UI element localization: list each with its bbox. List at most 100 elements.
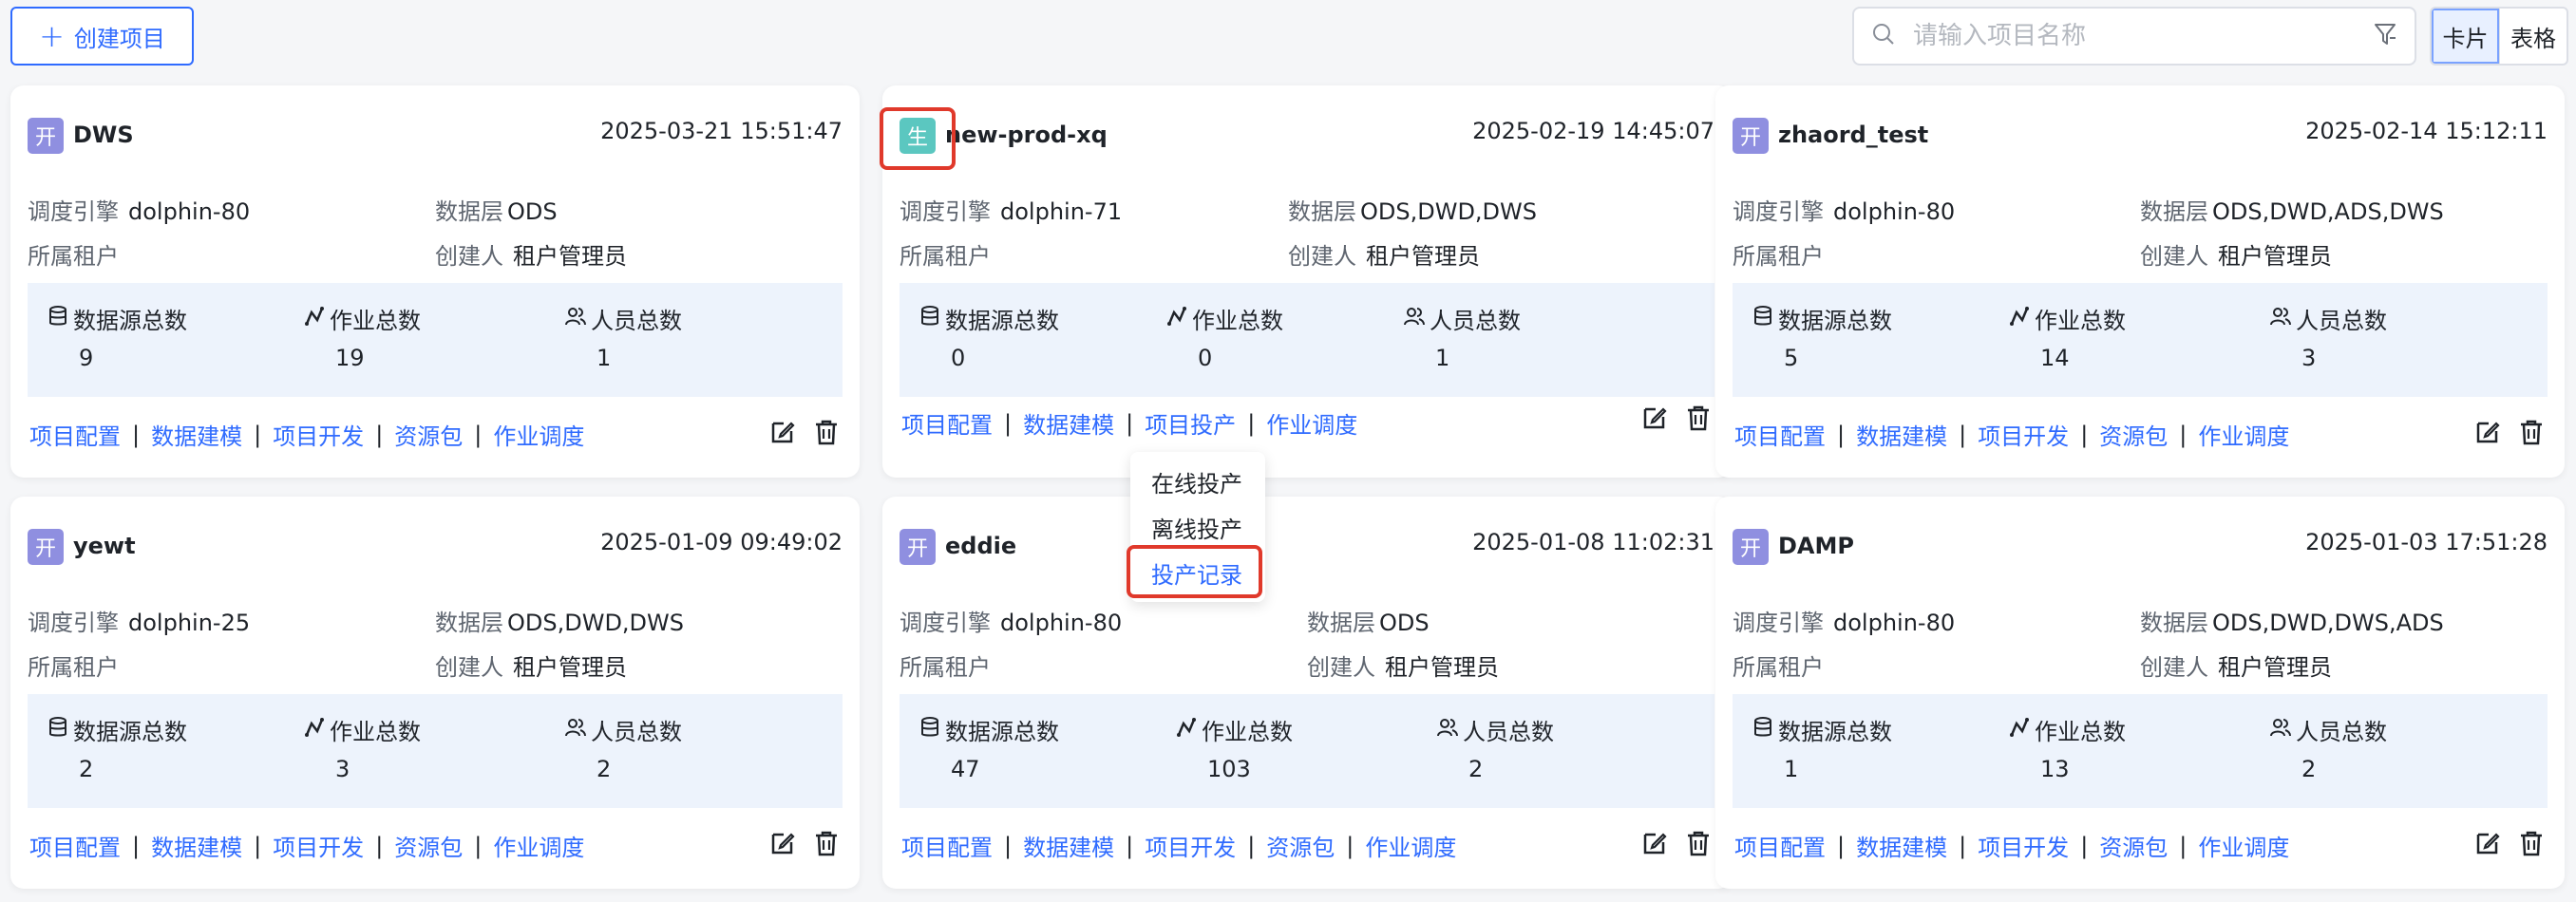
link-project-config[interactable]: 项目配置 (901, 406, 993, 440)
link-resource[interactable]: 资源包 (1266, 829, 1335, 862)
project-name[interactable]: new-prod-xq (945, 122, 1108, 148)
link-resource[interactable]: 资源包 (2099, 829, 2168, 862)
layer-row: 数据层 ODS,DWD,DWS (435, 610, 684, 636)
env-badge: 开 (1733, 529, 1769, 565)
workflow-icon (2008, 305, 2031, 333)
users-icon (1403, 305, 1426, 333)
card-links: 项目配置 | 数据建模 | 项目开发 | 资源包 | 作业调度 (901, 829, 1456, 862)
database-icon (919, 305, 941, 333)
link-project-dev[interactable]: 项目开发 (273, 418, 364, 451)
edit-icon[interactable] (1640, 404, 1669, 432)
project-time: 2025-03-21 15:51:47 (600, 118, 843, 144)
filter-icon[interactable] (2373, 21, 2397, 51)
link-project-dev[interactable]: 项目开发 (273, 829, 364, 862)
creator-row: 创建人 租户管理员 (2140, 654, 2332, 681)
link-data-model[interactable]: 数据建模 (1856, 829, 1947, 862)
view-toggle: 卡片 表格 (2430, 7, 2568, 66)
card-links: 项目配置 | 数据建模 | 项目开发 | 资源包 | 作业调度 (1734, 829, 2289, 862)
edit-icon[interactable] (2473, 418, 2502, 446)
link-job-schedule[interactable]: 作业调度 (493, 418, 584, 451)
engine-row: 调度引擎 dolphin-80 (28, 198, 251, 225)
edit-icon[interactable] (768, 829, 797, 857)
tenant-row: 所属租户 (900, 654, 991, 681)
project-name[interactable]: eddie (945, 533, 1016, 559)
project-card[interactable]: 开 yewt 2025-01-09 09:49:02 调度引擎 dolphin-2… (10, 497, 860, 889)
link-job-schedule[interactable]: 作业调度 (2198, 829, 2289, 862)
workflow-icon (1175, 716, 1198, 744)
search-input[interactable] (1913, 22, 2356, 50)
link-project-config[interactable]: 项目配置 (1734, 418, 1826, 451)
trash-icon[interactable] (1684, 404, 1713, 432)
link-project-config[interactable]: 项目配置 (29, 829, 121, 862)
creator-row: 创建人 租户管理员 (1307, 654, 1499, 681)
engine-row: 调度引擎 dolphin-80 (1733, 198, 1956, 225)
edit-icon[interactable] (1640, 829, 1669, 857)
users-icon (2269, 716, 2292, 744)
users-icon (564, 716, 587, 744)
edit-icon[interactable] (768, 418, 797, 446)
stat-jobs-value: 14 (2040, 345, 2070, 371)
project-card[interactable]: 开 eddie 2025-01-08 11:02:31 调度引擎 dolphin-… (882, 497, 1732, 889)
view-table-button[interactable]: 表格 (2499, 9, 2567, 64)
project-card[interactable]: 开 zhaord_test 2025-02-14 15:12:11 调度引擎 do… (1715, 85, 2565, 478)
stat-datasource: 数据源总数 47 (919, 713, 1059, 782)
link-project-config[interactable]: 项目配置 (1734, 829, 1826, 862)
link-data-model[interactable]: 数据建模 (151, 418, 242, 451)
link-job-schedule[interactable]: 作业调度 (2198, 418, 2289, 451)
card-actions (1640, 404, 1713, 432)
project-card[interactable]: 开 DAMP 2025-01-03 17:51:28 调度引擎 dolphin-8… (1715, 497, 2565, 889)
stat-jobs-value: 13 (2040, 756, 2070, 782)
create-project-button[interactable]: + 创建项目 (10, 7, 194, 66)
trash-icon[interactable] (812, 829, 841, 857)
link-resource[interactable]: 资源包 (394, 829, 463, 862)
stat-datasource: 数据源总数 2 (47, 713, 187, 782)
link-job-schedule[interactable]: 作业调度 (1266, 406, 1357, 440)
project-name[interactable]: DWS (73, 122, 134, 148)
layer-row: 数据层 ODS,DWD,DWS,ADS (2140, 610, 2444, 636)
stat-members-value: 2 (2301, 756, 2317, 782)
database-icon (47, 305, 69, 333)
stat-jobs-value: 0 (1198, 345, 1213, 371)
users-icon (2269, 305, 2292, 333)
tenant-row: 所属租户 (1733, 654, 1824, 681)
link-project-config[interactable]: 项目配置 (901, 829, 993, 862)
link-project-config[interactable]: 项目配置 (29, 418, 121, 451)
trash-icon[interactable] (2517, 829, 2546, 857)
layer-row: 数据层 ODS,DWD,ADS,DWS (2140, 198, 2444, 225)
stat-members: 人员总数 1 (564, 302, 682, 371)
trash-icon[interactable] (1684, 829, 1713, 857)
project-name[interactable]: yewt (73, 533, 136, 559)
link-job-schedule[interactable]: 作业调度 (493, 829, 584, 862)
link-resource[interactable]: 资源包 (2099, 418, 2168, 451)
trash-icon[interactable] (2517, 418, 2546, 446)
project-card[interactable]: 开 DWS 2025-03-21 15:51:47 调度引擎 dolphin-80… (10, 85, 860, 478)
link-project-dev[interactable]: 项目开发 (1978, 829, 2069, 862)
stat-members-value: 2 (1468, 756, 1484, 782)
stats-panel: 数据源总数 9 作业总数 19 人员总数 1 (28, 283, 843, 397)
layer-row: 数据层 ODS (435, 198, 558, 225)
dropdown-offline-prod[interactable]: 离线投产 (1151, 511, 1242, 544)
link-project-dev[interactable]: 项目开发 (1145, 829, 1236, 862)
link-data-model[interactable]: 数据建模 (1023, 829, 1114, 862)
link-resource[interactable]: 资源包 (394, 418, 463, 451)
card-links: 项目配置 | 数据建模 | 项目开发 | 资源包 | 作业调度 (29, 418, 584, 451)
link-data-model[interactable]: 数据建模 (1023, 406, 1114, 440)
stat-jobs: 作业总数 19 (303, 302, 421, 371)
dropdown-online-prod[interactable]: 在线投产 (1151, 465, 1242, 498)
database-icon (919, 716, 941, 744)
stat-datasource-value: 1 (1784, 756, 1799, 782)
link-job-schedule[interactable]: 作业调度 (1365, 829, 1456, 862)
view-card-button[interactable]: 卡片 (2432, 9, 2499, 64)
link-project-prod[interactable]: 项目投产 (1145, 406, 1236, 440)
edit-icon[interactable] (2473, 829, 2502, 857)
trash-icon[interactable] (812, 418, 841, 446)
workflow-icon (303, 716, 326, 744)
link-data-model[interactable]: 数据建模 (151, 829, 242, 862)
project-name[interactable]: DAMP (1778, 533, 1854, 559)
project-name[interactable]: zhaord_test (1778, 122, 1928, 148)
link-project-dev[interactable]: 项目开发 (1978, 418, 2069, 451)
dropdown-prod-records[interactable]: 投产记录 (1151, 556, 1242, 590)
link-data-model[interactable]: 数据建模 (1856, 418, 1947, 451)
project-card[interactable]: 生 new-prod-xq 2025-02-19 14:45:07 调度引擎 do… (882, 85, 1732, 478)
workflow-icon (1165, 305, 1188, 333)
